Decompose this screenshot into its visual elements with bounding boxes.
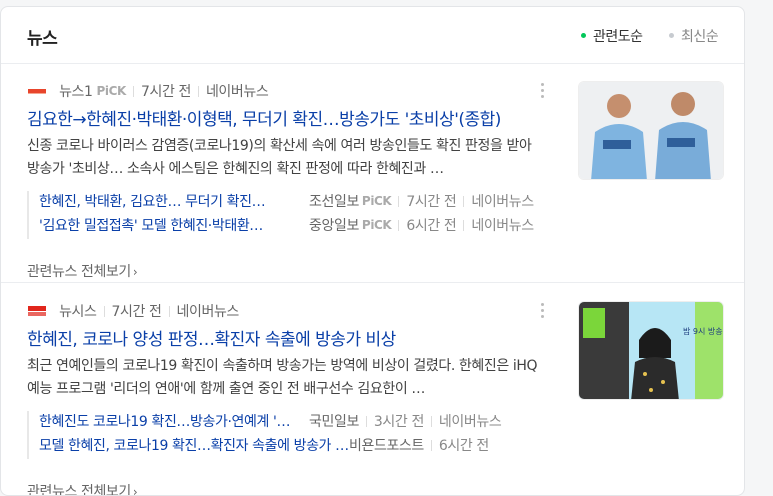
pick-badge: PiCK — [361, 218, 392, 232]
separator — [463, 219, 465, 231]
section-title: 뉴스 — [27, 29, 58, 49]
article-time: 7시간 전 — [111, 304, 162, 320]
article-time: 7시간 전 — [140, 84, 191, 100]
more-options-icon[interactable] — [541, 83, 545, 99]
related-news-time: 7시간 전 — [406, 194, 457, 210]
related-news-source[interactable]: 중앙일보 — [309, 215, 359, 235]
press-name[interactable]: 뉴시스 — [59, 304, 97, 320]
active-dot-icon — [581, 32, 586, 38]
naver-news-link[interactable]: 네이버뉴스 — [471, 218, 534, 234]
news-header: 뉴스 관련도순 최신순 — [1, 7, 744, 63]
related-news-title[interactable]: 한혜진도 코로나19 확진…방송가·연예계 '… — [39, 411, 309, 431]
related-news-time: 6시간 전 — [406, 218, 457, 234]
article-thumbnail[interactable]: 밤 9시 방송 — [578, 301, 724, 400]
article-headline[interactable]: 김요한→한혜진·박태환·이형택, 무더기 확진…방송가도 '초비상'(종합) — [27, 105, 542, 130]
divider — [1, 282, 744, 283]
related-news-item[interactable]: 한혜진, 박태환, 김요한… 무더기 확진… 조선일보 PiCK 7시간 전 네이버뉴스 — [39, 191, 559, 215]
related-news-item[interactable]: '김요한 밀접접촉' 모델 한혜진·박태환… 중앙일보 PiCK 6시간 전 네이버뉴스 — [39, 215, 559, 239]
article-summary[interactable]: 최근 연예인들의 코로나19 확진이 속출하며 방송가는 방역에 비상이 걸렸다… — [27, 355, 545, 401]
related-news-time: 3시간 전 — [373, 414, 424, 430]
source-row: 뉴시스 7시간 전 네이버뉴스 — [27, 301, 239, 321]
news-item: 뉴스1 PiCK 7시간 전 네이버뉴스 김요한→한혜진·박태환·이형택, 무더기 확… — [1, 81, 744, 291]
sort-relevance-label: 관련도순 — [593, 29, 643, 45]
separator — [132, 85, 134, 97]
see-all-related-link[interactable]: 관련뉴스 전체보기 › — [27, 481, 138, 496]
separator — [430, 439, 432, 451]
news-item: 뉴시스 7시간 전 네이버뉴스 한혜진, 코로나 양성 판정…확진자 속출에 방송가… — [1, 301, 744, 496]
naver-news-link[interactable]: 네이버뉴스 — [471, 194, 534, 210]
divider — [1, 63, 744, 64]
related-news-item[interactable]: 한혜진도 코로나19 확진…방송가·연예계 '… 국민일보 3시간 전 네이버뉴스 — [39, 411, 559, 435]
naver-news-link[interactable]: 네이버뉴스 — [206, 84, 269, 100]
naver-news-link[interactable]: 네이버뉴스 — [177, 304, 240, 320]
see-all-related-link[interactable]: 관련뉴스 전체보기 › — [27, 261, 138, 281]
thumbnail-caption: 밤 9시 방송 — [683, 326, 723, 336]
news-panel: 뉴스 관련도순 최신순 뉴스1 PiCK 7시간 전 네이버뉴스 김요한→한혜진·박태… — [0, 6, 745, 496]
press-logo-icon[interactable] — [27, 84, 47, 98]
inactive-dot-icon — [669, 32, 674, 38]
naver-news-link[interactable]: 네이버뉴스 — [439, 414, 502, 430]
pick-badge: PiCK — [361, 194, 392, 208]
article-headline[interactable]: 한혜진, 코로나 양성 판정…확진자 속출에 방송가 비상 — [27, 325, 542, 350]
related-news-time: 6시간 전 — [438, 438, 489, 454]
separator — [365, 415, 367, 427]
more-options-icon[interactable] — [541, 303, 545, 319]
related-news-source[interactable]: 국민일보 — [309, 411, 359, 431]
see-all-label: 관련뉴스 전체보기 — [27, 264, 131, 280]
separator — [197, 85, 199, 97]
article-summary[interactable]: 신종 코로나 바이러스 감염증(코로나19)의 확산세 속에 여러 방송인들도 … — [27, 135, 545, 181]
see-all-label: 관련뉴스 전체보기 — [27, 484, 131, 496]
chevron-right-icon: › — [132, 265, 138, 279]
sort-latest-button[interactable]: 최신순 — [669, 26, 719, 46]
article-thumbnail[interactable] — [578, 81, 724, 180]
related-news-title[interactable]: 한혜진, 박태환, 김요한… 무더기 확진… — [39, 191, 309, 211]
separator — [398, 219, 400, 231]
sort-relevance-button[interactable]: 관련도순 — [581, 26, 643, 46]
related-news-source[interactable]: 비욘드포스트 — [349, 435, 424, 455]
related-news-item[interactable]: 모델 한혜진, 코로나19 확진…확진자 속출에 방송가 …비욘드포스트 6시간 … — [39, 435, 559, 459]
separator — [430, 415, 432, 427]
press-name[interactable]: 뉴스1 — [59, 84, 93, 100]
sort-latest-label: 최신순 — [681, 29, 719, 45]
source-row: 뉴스1 PiCK 7시간 전 네이버뉴스 — [27, 81, 269, 101]
related-news-list: 한혜진도 코로나19 확진…방송가·연예계 '… 국민일보 3시간 전 네이버뉴스 모… — [27, 411, 559, 459]
press-logo-icon[interactable] — [27, 304, 47, 318]
separator — [103, 305, 105, 317]
related-news-title[interactable]: 모델 한혜진, 코로나19 확진…확진자 속출에 방송가 … — [39, 435, 349, 455]
separator — [168, 305, 170, 317]
related-news-title[interactable]: '김요한 밀접접촉' 모델 한혜진·박태환… — [39, 215, 309, 235]
related-news-source[interactable]: 조선일보 — [309, 191, 359, 211]
related-news-list: 한혜진, 박태환, 김요한… 무더기 확진… 조선일보 PiCK 7시간 전 네이버뉴스… — [27, 191, 559, 239]
separator — [463, 195, 465, 207]
pick-badge: PiCK — [96, 84, 127, 98]
separator — [398, 195, 400, 207]
